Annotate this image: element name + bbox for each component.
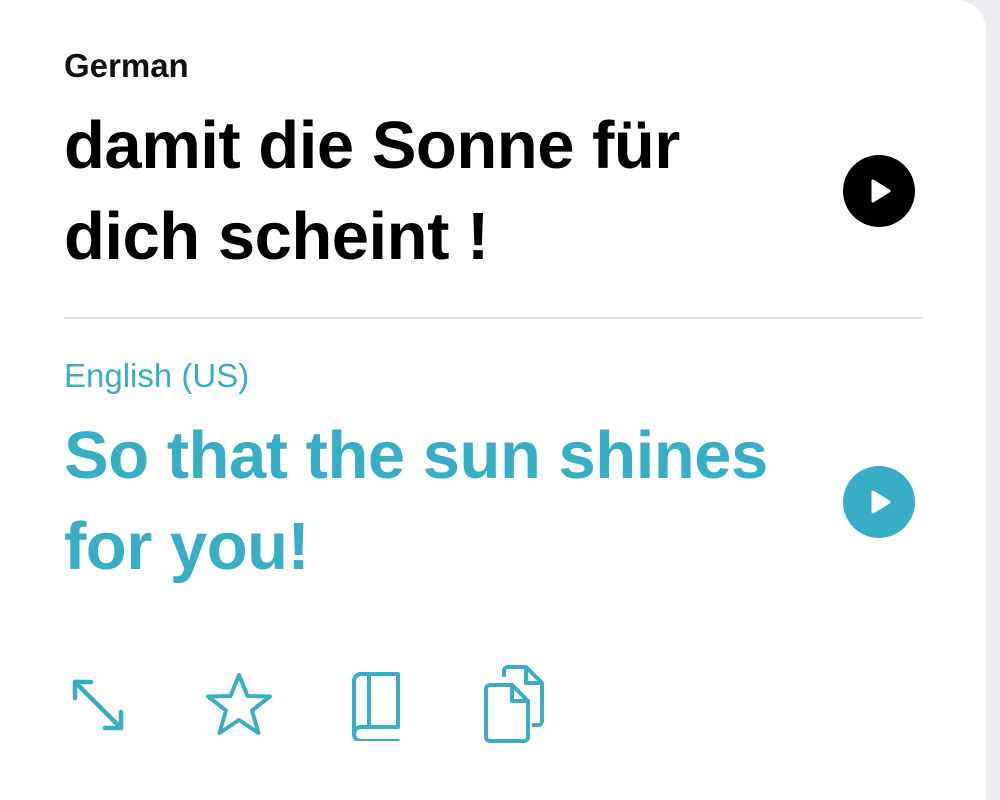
play-icon [871, 490, 891, 514]
divider [64, 317, 922, 319]
expand-arrows-icon [72, 679, 124, 731]
star-outline-icon [206, 673, 272, 735]
dictionary-button[interactable] [339, 665, 415, 745]
copy-documents-icon [484, 665, 544, 743]
source-language-label: German [64, 47, 189, 84]
translation-card: German damit die Sonne für dich scheint … [0, 0, 986, 800]
source-text[interactable]: damit die Sonne für dich scheint ! [64, 100, 804, 282]
book-icon [352, 672, 400, 741]
target-language-label: English (US) [64, 357, 250, 394]
source-play-button[interactable] [843, 155, 915, 227]
target-play-button[interactable] [843, 466, 915, 538]
play-icon [871, 179, 891, 203]
target-text[interactable]: So that the sun shines for you! [64, 410, 804, 592]
favorite-button[interactable] [201, 665, 277, 745]
copy-button[interactable] [475, 665, 551, 745]
expand-button[interactable] [60, 665, 136, 745]
